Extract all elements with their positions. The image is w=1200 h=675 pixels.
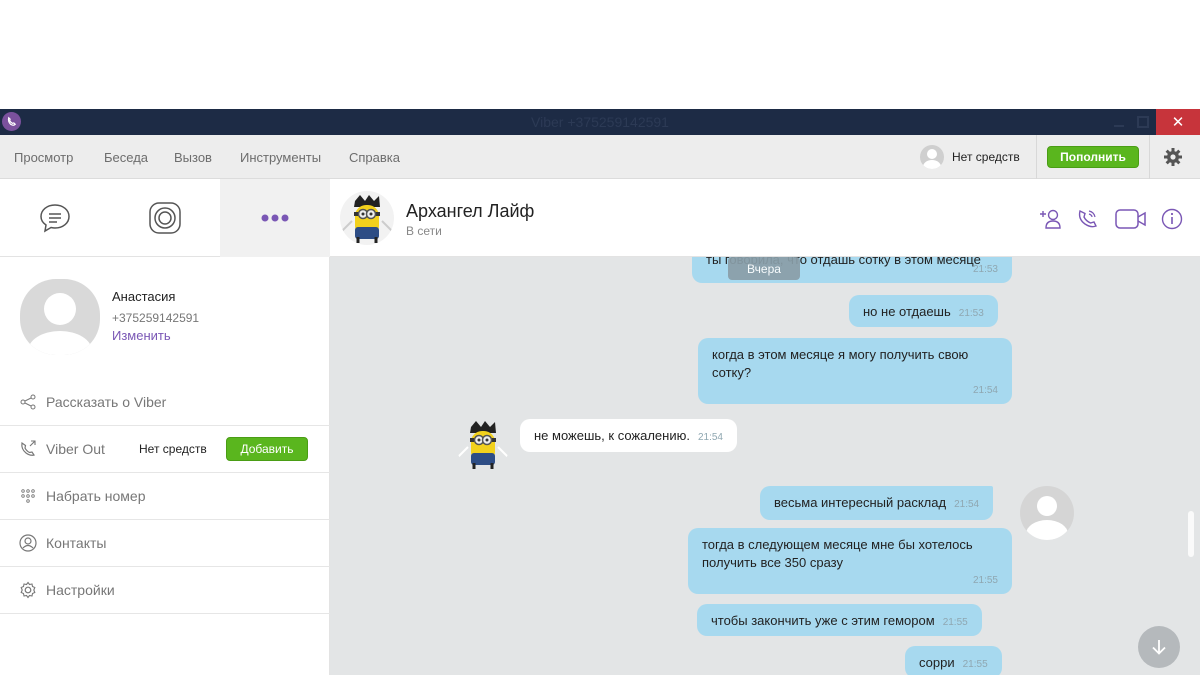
scrollbar-thumb[interactable] [1188,511,1194,557]
more-dots-icon [261,214,289,222]
sidebar-tabs [0,179,330,257]
message-time: 21:53 [972,264,998,275]
my-avatar[interactable] [1020,486,1074,540]
dial-number-row[interactable]: Набрать номер [0,473,330,520]
add-credit-button[interactable]: Добавить [226,437,308,461]
balance-text: Нет средств [952,150,1020,164]
contacts-row[interactable]: Контакты [0,520,330,567]
menu-help[interactable]: Справка [349,150,400,165]
public-chats-icon [149,202,181,234]
viber-out-label: Viber Out [46,441,105,457]
message-bubble-outgoing[interactable]: весьма интересный расклад 21:54 [760,486,994,520]
menu-tools[interactable]: Инструменты [240,150,321,165]
chat-header: Архангел Лайф В сети [330,179,1200,257]
message-time: 21:53 [958,308,984,319]
contact-avatar[interactable] [340,191,394,245]
arrow-down-icon [1152,640,1166,655]
message-time: 21:54 [697,432,723,443]
call-icon[interactable] [1075,207,1101,231]
add-participant-icon[interactable] [1038,207,1064,231]
message-text: весьма интересный расклад [774,495,947,510]
message-text: тогда в следующем месяце мне бы хотелось… [702,537,973,570]
message-bubble-incoming[interactable]: не можешь, к сожалению. 21:54 [520,419,737,452]
message-time: 21:54 [972,385,998,396]
tell-friends-label: Рассказать о Viber [46,394,167,410]
viber-out-row[interactable]: Viber Out Нет средств Добавить [0,426,330,473]
contacts-icon [18,533,38,553]
contacts-label: Контакты [46,535,107,551]
message-text: когда в этом месяце я могу получить свою… [712,347,969,380]
message-bubble-outgoing[interactable]: чтобы закончить уже с этим гемором 21:55 [697,604,982,636]
edit-profile-link[interactable]: Изменить [112,328,171,343]
info-icon[interactable] [1159,207,1185,231]
menu-bar: Просмотр Беседа Вызов Инструменты Справк… [0,135,1200,179]
message-text: но не отдаешь [863,304,951,319]
date-separator: Вчера [728,257,800,280]
message-text: чтобы закончить уже с этим гемором [711,613,935,628]
dialpad-icon [18,486,38,506]
viber-out-balance: Нет средств [139,442,207,456]
chat-bubble-icon [40,204,70,233]
contact-name[interactable]: Архангел Лайф [406,201,534,222]
menu-conversation[interactable]: Беседа [104,150,148,165]
account-balance[interactable]: Нет средств [920,144,1020,170]
message-text: не можешь, к сожалению. [534,428,690,443]
tab-chats[interactable] [0,179,110,257]
profile-name: Анастасия [112,289,176,304]
profile-phone: +375259142591 [112,311,200,325]
tell-friends-row[interactable]: Рассказать о Viber [0,379,330,426]
tab-public[interactable] [110,179,220,257]
message-bubble-outgoing[interactable]: но не отдаешь 21:53 [849,295,998,327]
topup-button[interactable]: Пополнить [1047,146,1139,168]
scroll-down-button[interactable] [1138,626,1180,668]
message-time: 21:54 [954,499,980,510]
settings-icon [18,580,38,600]
gear-icon[interactable] [1162,146,1184,168]
settings-label: Настройки [46,582,115,598]
contact-avatar-small[interactable] [456,417,510,471]
maximize-button[interactable] [1128,109,1158,135]
video-call-icon[interactable] [1114,207,1148,231]
window-titlebar: Viber +375259142591 ✕ [0,109,1200,135]
share-icon [18,392,38,412]
window-title: Viber +375259142591 [531,114,669,130]
settings-row[interactable]: Настройки [0,567,330,614]
dial-number-label: Набрать номер [46,488,146,504]
message-bubble-outgoing[interactable]: сорри 21:55 [905,646,1002,675]
contact-status: В сети [406,224,442,238]
profile-avatar[interactable] [20,279,100,355]
message-bubble-outgoing[interactable]: тогда в следующем месяце мне бы хотелось… [688,528,1012,594]
message-time: 21:55 [962,659,988,670]
phone-out-icon [18,439,38,459]
tab-more[interactable] [220,179,330,257]
message-bubble-outgoing[interactable]: когда в этом месяце я могу получить свою… [698,338,1012,404]
close-button[interactable]: ✕ [1156,109,1200,135]
message-time: 21:55 [972,575,998,586]
menu-call[interactable]: Вызов [174,150,212,165]
message-time: 21:55 [942,617,968,628]
left-sidebar: Рассказать о Viber Viber Out Нет средств… [0,179,330,675]
divider [1149,135,1150,179]
divider [1036,135,1037,179]
message-text: сорри [919,655,955,670]
menu-view[interactable]: Просмотр [14,150,73,165]
account-avatar [920,145,944,169]
message-list[interactable]: ты говорила, что отдашь сотку в этом мес… [330,257,1200,675]
